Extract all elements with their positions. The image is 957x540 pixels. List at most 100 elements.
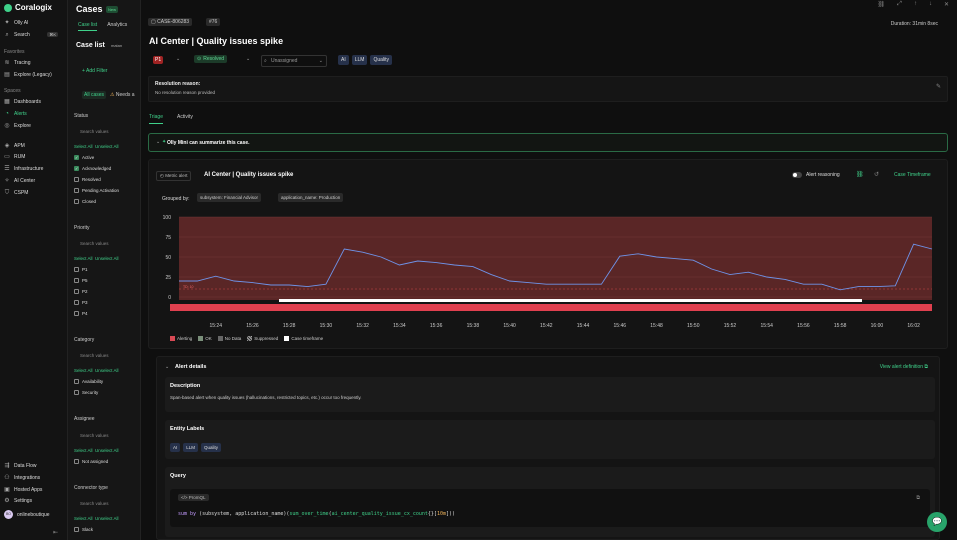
- checkbox[interactable]: [74, 311, 79, 316]
- tab-activity[interactable]: Activity: [177, 114, 193, 124]
- chip-needs-attention[interactable]: ⚠ Needs a: [108, 91, 137, 99]
- status-dropdown[interactable]: ⊙ Resolved: [194, 55, 228, 63]
- priority-badge[interactable]: P1: [153, 56, 164, 64]
- unselect-all-link[interactable]: Unselect All: [95, 448, 119, 453]
- checkbox[interactable]: [74, 199, 79, 204]
- tab-triage[interactable]: Triage: [149, 114, 163, 124]
- nav-ai-center[interactable]: ✧ AI Center: [4, 178, 64, 184]
- unselect-all-link[interactable]: Unselect All: [95, 144, 119, 149]
- nav-settings[interactable]: ⚙ Settings: [4, 498, 64, 504]
- connector-option[interactable]: Slack: [74, 527, 93, 532]
- nav-cspm[interactable]: ⛉ CSPM: [4, 190, 64, 196]
- tab-analytics[interactable]: Analytics: [107, 22, 127, 31]
- collapse-nav-icon[interactable]: ⇤: [53, 529, 58, 536]
- alert-reasoning-toggle[interactable]: [792, 172, 802, 178]
- case-list-view[interactable]: matan: [111, 43, 122, 48]
- chevron-down-icon[interactable]: ⌄: [246, 56, 250, 62]
- nav-hosted-apps[interactable]: ▣ Hosted Apps: [4, 487, 64, 493]
- nav-explore[interactable]: ◎ Explore: [4, 123, 64, 129]
- priority-option[interactable]: P4: [74, 311, 88, 316]
- priority-search-input[interactable]: Search values: [74, 239, 136, 249]
- tag-chip[interactable]: LLM: [351, 55, 368, 65]
- tag-chip[interactable]: AI: [338, 55, 349, 65]
- status-option[interactable]: Pending Activation: [74, 188, 119, 193]
- nav-explore-legacy[interactable]: ▤ Explore (Legacy): [4, 72, 64, 78]
- nav-user[interactable]: BO onlineboutique: [4, 510, 64, 519]
- brand-logo[interactable]: Coralogix: [4, 3, 52, 12]
- select-all-link[interactable]: Select All: [74, 144, 93, 149]
- checkbox-checked[interactable]: ✓: [74, 155, 79, 160]
- add-filter-button[interactable]: + Add Filter: [82, 68, 107, 74]
- legend-suppressed[interactable]: Suppressed: [247, 336, 278, 342]
- chip-all-cases[interactable]: All cases: [82, 91, 107, 99]
- priority-option[interactable]: P2: [74, 289, 88, 294]
- checkbox[interactable]: [74, 379, 79, 384]
- case-timeframe-link[interactable]: Case Timeframe: [894, 172, 931, 178]
- chevron-down-icon[interactable]: ⌄: [165, 364, 169, 370]
- connector-search-input[interactable]: Search values: [74, 499, 136, 509]
- checkbox[interactable]: [74, 527, 79, 532]
- nav-search[interactable]: ⌕ Search ⌘K: [4, 32, 64, 38]
- pencil-icon[interactable]: ✎: [936, 83, 941, 90]
- case-id[interactable]: ▢ CASE-806283: [148, 18, 193, 26]
- status-option[interactable]: ✓ Acknowledged: [74, 166, 111, 171]
- query-code[interactable]: sum by (subsystem, application_name)(sum…: [178, 511, 455, 517]
- select-all-link[interactable]: Select All: [74, 448, 93, 453]
- priority-option[interactable]: P5: [74, 278, 88, 283]
- tag-chip[interactable]: Quality: [370, 55, 393, 65]
- priority-option[interactable]: P3: [74, 300, 88, 305]
- link-icon[interactable]: ⛓: [856, 171, 864, 178]
- legend-ok[interactable]: OK: [198, 336, 212, 342]
- assignee-option[interactable]: Not assigned: [74, 459, 108, 464]
- checkbox[interactable]: [74, 177, 79, 182]
- checkbox[interactable]: [74, 300, 79, 305]
- checkbox[interactable]: [74, 188, 79, 193]
- copy-icon[interactable]: ⧉: [916, 495, 920, 501]
- view-alert-definition-link[interactable]: View alert definition ⧉: [880, 364, 928, 370]
- reset-icon[interactable]: ↺: [874, 171, 879, 178]
- expand-icon[interactable]: ⤢: [897, 1, 902, 8]
- legend-alerting[interactable]: Alerting: [170, 336, 192, 342]
- down-icon[interactable]: ↓: [929, 1, 932, 8]
- status-option[interactable]: Closed: [74, 199, 96, 204]
- status-search-input[interactable]: Search values: [74, 127, 136, 137]
- category-search-input[interactable]: Search values: [74, 351, 136, 361]
- nav-integrations[interactable]: ⚇ Integrations: [4, 475, 64, 481]
- legend-no-data[interactable]: No Data: [217, 336, 241, 342]
- priority-option[interactable]: P1: [74, 267, 88, 272]
- status-option[interactable]: Resolved: [74, 177, 101, 182]
- status-option[interactable]: ✓ Active: [74, 155, 94, 160]
- nav-infrastructure[interactable]: ☰ Infrastructure: [4, 166, 64, 172]
- chevron-down-icon[interactable]: ⌄: [176, 56, 180, 62]
- unselect-all-link[interactable]: Unselect All: [95, 516, 119, 521]
- checkbox-checked[interactable]: ✓: [74, 166, 79, 171]
- nav-olly-ai[interactable]: ✦ Olly AI: [4, 20, 64, 26]
- select-all-link[interactable]: Select All: [74, 516, 93, 521]
- nav-rum[interactable]: ▭ RUM: [4, 154, 64, 160]
- unselect-all-link[interactable]: Unselect All: [95, 368, 119, 373]
- nav-dashboards[interactable]: ▦ Dashboards: [4, 99, 64, 105]
- olly-summary-banner[interactable]: ⌄ ✦ Olly Mini can summarize this case.: [148, 133, 948, 152]
- close-icon[interactable]: ✕: [944, 1, 949, 8]
- checkbox[interactable]: [74, 289, 79, 294]
- category-option[interactable]: Availability: [74, 379, 103, 384]
- assignee-dropdown[interactable]: ⌕ Unassigned ⌄: [261, 55, 327, 67]
- chat-bubble-icon[interactable]: 💬: [927, 512, 947, 532]
- select-all-link[interactable]: Select All: [74, 256, 93, 261]
- category-option[interactable]: Security: [74, 390, 98, 395]
- up-icon[interactable]: ↑: [914, 1, 917, 8]
- checkbox[interactable]: [74, 390, 79, 395]
- unselect-all-link[interactable]: Unselect All: [95, 256, 119, 261]
- checkbox[interactable]: [74, 267, 79, 272]
- nav-alerts[interactable]: ◔ Alerts: [4, 111, 64, 117]
- tab-case-list[interactable]: Case list: [78, 22, 98, 31]
- assignee-search-input[interactable]: Search values: [74, 431, 136, 441]
- checkbox[interactable]: [74, 278, 79, 283]
- nav-tracing[interactable]: ≋ Tracing: [4, 60, 64, 66]
- nav-apm[interactable]: ◈ APM: [4, 143, 64, 149]
- checkbox[interactable]: [74, 459, 79, 464]
- select-all-link[interactable]: Select All: [74, 368, 93, 373]
- legend-case-timeframe[interactable]: Case timeframe: [284, 336, 323, 342]
- nav-data-flow[interactable]: ⇶ Data Flow: [4, 463, 64, 469]
- link-icon[interactable]: ⛓: [878, 1, 886, 8]
